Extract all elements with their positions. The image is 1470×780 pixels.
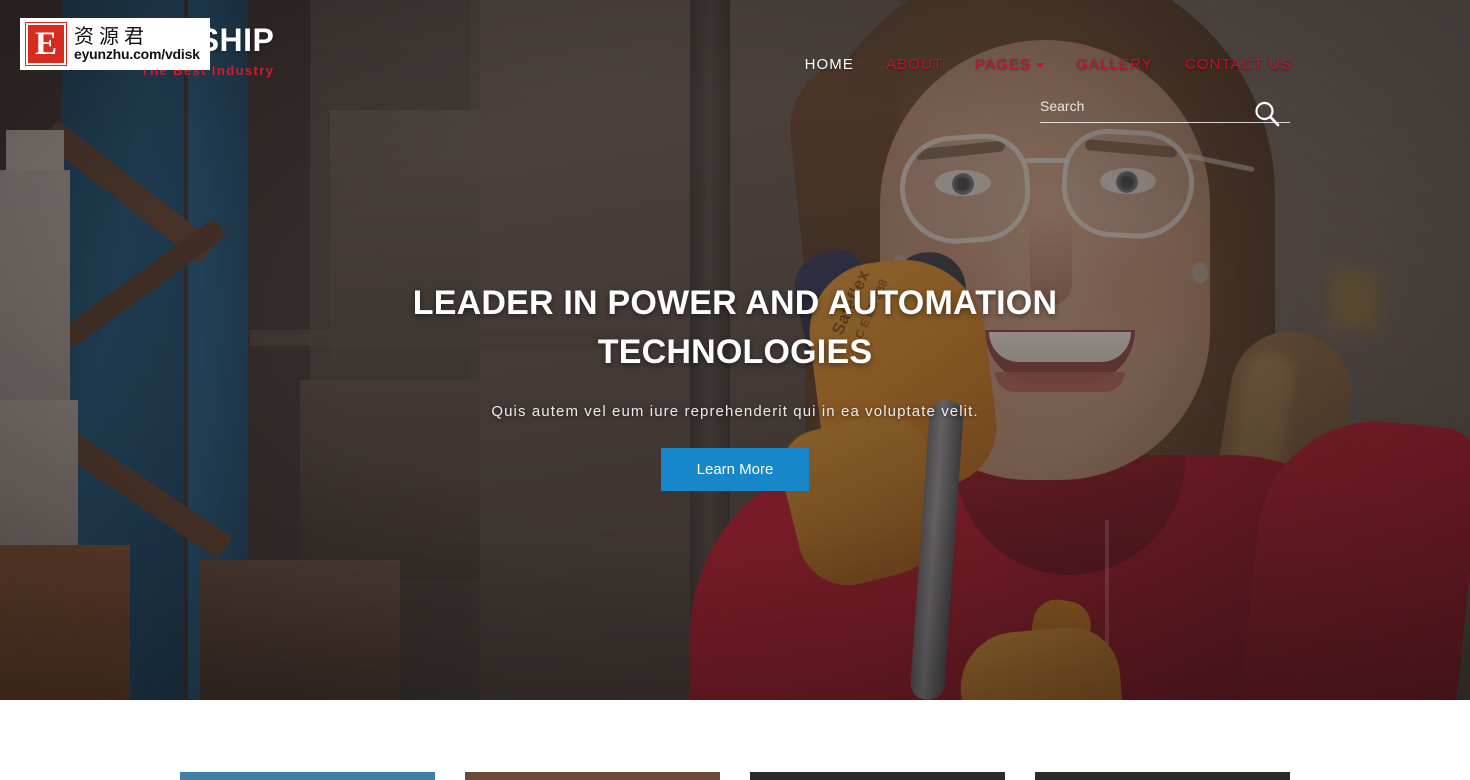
search-button[interactable] bbox=[1252, 99, 1282, 129]
watermark-badge: E 资源君 eyunzhu.com/vdisk bbox=[20, 18, 210, 70]
hero-subtitle: Quis autem vel eum iure reprehenderit qu… bbox=[491, 402, 979, 420]
main-navigation: HOME ABOUT PAGES GALLERY CONTACT US bbox=[805, 56, 1292, 73]
feature-card[interactable] bbox=[750, 772, 1005, 780]
chevron-down-icon bbox=[1036, 62, 1045, 68]
learn-more-button[interactable]: Learn More bbox=[660, 447, 810, 491]
feature-card[interactable] bbox=[465, 772, 720, 780]
nav-item-pages-label: PAGES bbox=[975, 56, 1032, 73]
watermark-url: eyunzhu.com/vdisk bbox=[74, 46, 200, 63]
feature-card-top bbox=[750, 772, 1005, 780]
feature-card[interactable] bbox=[180, 772, 435, 780]
search-icon bbox=[1255, 101, 1280, 127]
nav-item-contact-us[interactable]: CONTACT US bbox=[1185, 56, 1292, 73]
nav-item-about[interactable]: ABOUT bbox=[886, 56, 943, 73]
hero-headline: LEADER IN POWER AND AUTOMATION TECHNOLOG… bbox=[412, 284, 1058, 371]
features-card-strip bbox=[0, 700, 1470, 780]
site-header: WORKMANSHIP The Best Industry E 资源君 eyun… bbox=[0, 0, 1470, 127]
watermark-chinese-text: 资源君 bbox=[74, 24, 149, 49]
feature-card-top bbox=[465, 772, 720, 780]
feature-card[interactable] bbox=[1035, 772, 1290, 780]
nav-item-pages[interactable]: PAGES bbox=[975, 56, 1045, 73]
watermark-logo-icon: E bbox=[25, 22, 67, 66]
feature-card-top bbox=[180, 772, 435, 780]
nav-item-gallery[interactable]: GALLERY bbox=[1076, 56, 1153, 73]
feature-card-top bbox=[1035, 772, 1290, 780]
nav-item-home[interactable]: HOME bbox=[805, 56, 854, 73]
